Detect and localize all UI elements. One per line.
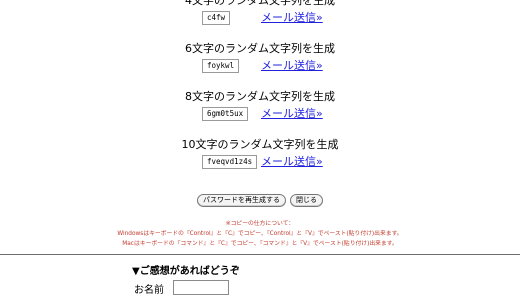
feedback-title: ▼ご感想があればどうぞ bbox=[132, 266, 240, 277]
generated-code-field[interactable]: fveqvd1z4s bbox=[202, 155, 258, 169]
generator-section-8: 8文字のランダム文字列を生成 6gm0t5ux メール送信» bbox=[0, 90, 520, 138]
copy-instructions-heading: ※コピーの仕方について： bbox=[225, 221, 295, 227]
send-mail-link[interactable]: メール送信» bbox=[261, 11, 323, 25]
copy-instructions-mac: Macはキーボードの『コマンド』と『C』でコピー、『コマンド』と『V』でペースト… bbox=[122, 241, 398, 247]
action-buttons: パスワードを再生成する 閉じる bbox=[0, 187, 520, 207]
section-title: 10文字のランダム文字列を生成 bbox=[181, 138, 339, 151]
section-title: 8文字のランダム文字列を生成 bbox=[185, 90, 335, 103]
name-input[interactable] bbox=[173, 280, 229, 295]
regenerate-button[interactable]: パスワードを再生成する bbox=[197, 194, 286, 207]
copy-instructions-windows: Windowsはキーボードの『Control』と『C』でコピー、『Control… bbox=[117, 231, 403, 237]
generated-code-field[interactable]: 6gm0t5ux bbox=[202, 107, 249, 121]
section-divider bbox=[0, 254, 520, 255]
result-row: c4fw メール送信» bbox=[0, 11, 520, 27]
generated-code-field[interactable]: foykwl bbox=[202, 59, 240, 73]
send-mail-link[interactable]: メール送信» bbox=[261, 155, 323, 169]
send-mail-link[interactable]: メール送信» bbox=[261, 107, 323, 121]
result-row: fveqvd1z4s メール送信» bbox=[0, 155, 520, 171]
generated-code-field[interactable]: c4fw bbox=[202, 11, 231, 25]
section-title: 6文字のランダム文字列を生成 bbox=[185, 42, 335, 55]
name-label: お名前 bbox=[134, 285, 164, 296]
generator-section-4: 4文字のランダム文字列を生成 c4fw メール送信» bbox=[0, 0, 520, 42]
result-row: 6gm0t5ux メール送信» bbox=[0, 107, 520, 123]
generator-section-6: 6文字のランダム文字列を生成 foykwl メール送信» bbox=[0, 42, 520, 90]
generator-section-10: 10文字のランダム文字列を生成 fveqvd1z4s メール送信» bbox=[0, 138, 520, 186]
copy-instructions: ※コピーの仕方について： Windowsはキーボードの『Control』と『C』… bbox=[0, 219, 520, 249]
result-row: foykwl メール送信» bbox=[0, 59, 520, 75]
send-mail-link[interactable]: メール送信» bbox=[261, 59, 323, 73]
close-button[interactable]: 閉じる bbox=[290, 194, 323, 207]
section-title: 4文字のランダム文字列を生成 bbox=[185, 0, 335, 7]
